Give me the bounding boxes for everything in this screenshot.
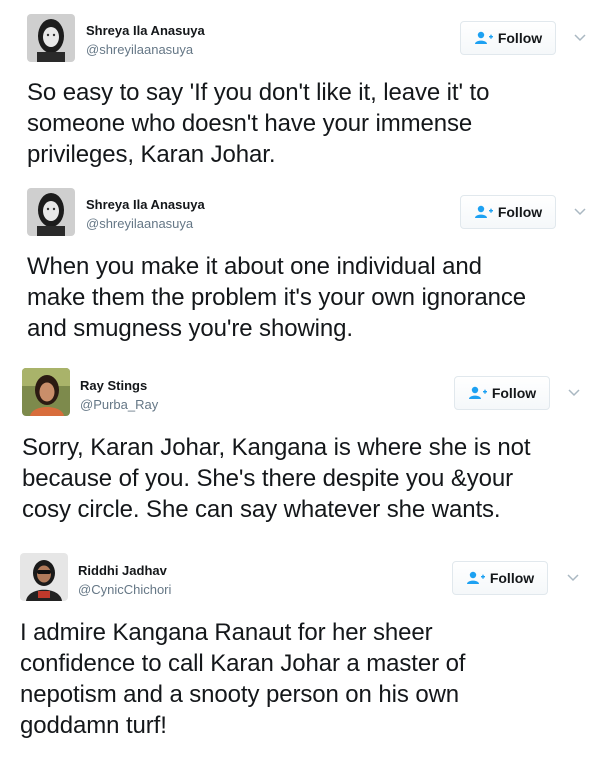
author-name[interactable]: Ray Stings xyxy=(80,378,147,393)
author-handle[interactable]: @CynicChichori xyxy=(78,582,171,597)
follow-button[interactable]: Follow xyxy=(460,195,556,229)
author-handle[interactable]: @shreyilaanasuya xyxy=(86,216,193,231)
user-avatar-photo-icon xyxy=(27,188,75,236)
avatar[interactable] xyxy=(27,14,75,62)
more-options-chevron-down-icon[interactable] xyxy=(573,207,587,217)
follow-person-plus-icon xyxy=(466,571,485,584)
follow-person-plus-icon xyxy=(474,205,493,218)
follow-button-label: Follow xyxy=(491,385,537,401)
follow-button-label: Follow xyxy=(497,30,543,46)
tweet-text: I admire Kangana Ranaut for her sheer co… xyxy=(20,619,466,739)
follow-button-label: Follow xyxy=(497,204,543,220)
tweet-text: Sorry, Karan Johar, Kangana is where she… xyxy=(22,434,531,523)
follow-button[interactable]: Follow xyxy=(452,561,548,595)
follow-person-plus-icon xyxy=(468,386,487,399)
user-avatar-photo-icon xyxy=(27,14,75,62)
author-handle[interactable]: @Purba_Ray xyxy=(80,397,158,412)
follow-button-label: Follow xyxy=(489,570,535,586)
author-name[interactable]: Riddhi Jadhav xyxy=(78,563,167,578)
follow-person-plus-icon xyxy=(474,31,493,44)
user-avatar-photo-icon xyxy=(20,553,68,601)
more-options-chevron-down-icon[interactable] xyxy=(567,388,581,398)
avatar[interactable] xyxy=(20,553,68,601)
more-options-chevron-down-icon[interactable] xyxy=(573,33,587,43)
tweet-text: So easy to say 'If you don't like it, le… xyxy=(27,79,490,168)
more-options-chevron-down-icon[interactable] xyxy=(566,573,580,583)
author-handle[interactable]: @shreyilaanasuya xyxy=(86,42,193,57)
avatar[interactable] xyxy=(27,188,75,236)
avatar[interactable] xyxy=(22,368,70,416)
author-name[interactable]: Shreya Ila Anasuya xyxy=(86,197,205,212)
tweet-text: When you make it about one individual an… xyxy=(27,253,526,342)
follow-button[interactable]: Follow xyxy=(460,21,556,55)
follow-button[interactable]: Follow xyxy=(454,376,550,410)
author-name[interactable]: Shreya Ila Anasuya xyxy=(86,23,205,38)
user-avatar-photo-icon xyxy=(22,368,70,416)
